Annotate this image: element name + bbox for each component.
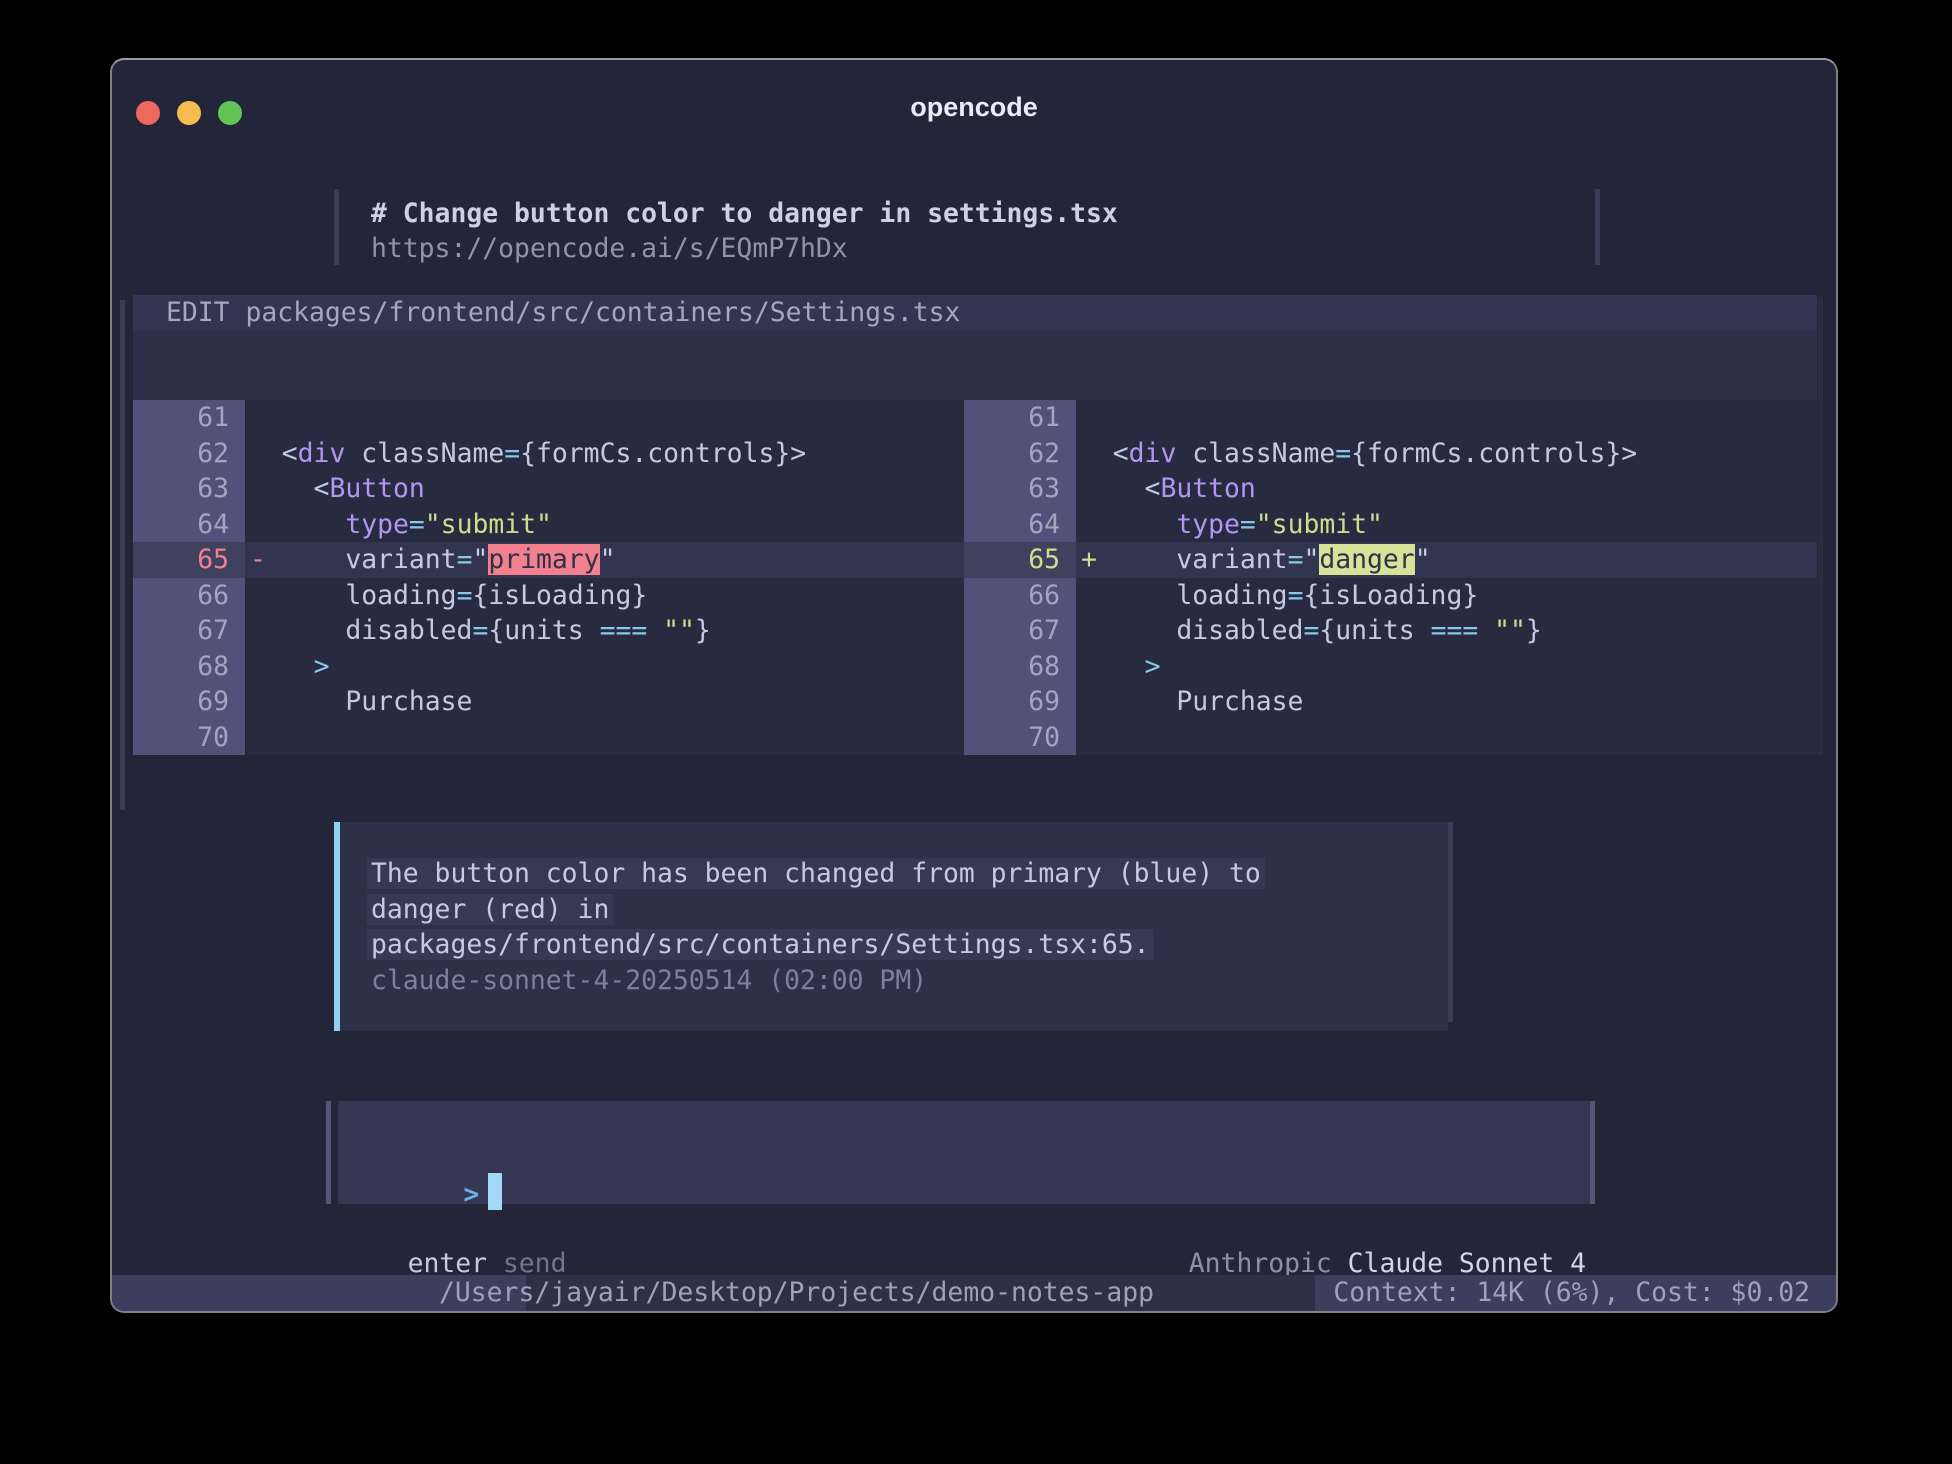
code-line <box>1076 720 1817 756</box>
chat-input[interactable]: > <box>338 1101 1590 1204</box>
line-number: 61 <box>964 400 1076 436</box>
code-line: > <box>1076 649 1817 685</box>
line-number: 63 <box>133 471 245 507</box>
code-line: loading={isLoading} <box>1076 578 1817 614</box>
diff-row-right-63: 63 <Button <box>964 471 1817 507</box>
provider-name: Anthropic <box>1189 1248 1348 1279</box>
diff-row-right-68: 68 > <box>964 649 1817 685</box>
model-name: Claude Sonnet 4 <box>1348 1248 1586 1279</box>
user-prompt-heading: # Change button color to danger in setti… <box>371 196 1118 232</box>
addition-marker: + <box>1081 544 1097 575</box>
assistant-message-line: The button color has been changed from p… <box>371 856 1448 892</box>
input-left-border <box>326 1101 331 1204</box>
diff-row-left-69: 69 Purchase <box>133 684 964 720</box>
diff-row-left-70: 70 <box>133 720 964 756</box>
opencode-terminal-window: opencode # Change button color to danger… <box>110 58 1838 1313</box>
line-number: 62 <box>133 436 245 472</box>
input-prompt-line: > <box>368 1134 502 1173</box>
line-number: 64 <box>964 507 1076 543</box>
diff-row-left-64: 64 type="submit" <box>133 507 964 543</box>
line-number: 69 <box>964 684 1076 720</box>
code-line: Purchase <box>1076 684 1817 720</box>
diff-row-left-61: 61 <box>133 400 964 436</box>
context-cost-segment: Context: 14K (6%), Cost: $0.02 <box>1315 1275 1836 1311</box>
deletion-marker: - <box>250 544 266 575</box>
code-line: Purchase <box>245 684 964 720</box>
line-number: 63 <box>964 471 1076 507</box>
code-line: <div className={formCs.controls}> <box>1076 436 1817 472</box>
user-prompt-right-border <box>1595 189 1600 265</box>
diff-row-right-64: 64 type="submit" <box>964 507 1817 543</box>
text-cursor <box>488 1173 502 1210</box>
diff-row-right-61: 61 <box>964 400 1817 436</box>
line-number: 70 <box>964 720 1076 756</box>
code-line: loading={isLoading} <box>245 578 964 614</box>
line-number: 64 <box>133 507 245 543</box>
conversation-scrollbar[interactable] <box>120 300 125 810</box>
code-line: - variant="primary" <box>245 542 964 578</box>
status-bar: opencode v0.1.156 /Users/jayair/Desktop/… <box>112 1275 1836 1311</box>
diff-row-left-67: 67 disabled={units === ""} <box>133 613 964 649</box>
diff-row-right-67: 67 disabled={units === ""} <box>964 613 1817 649</box>
line-number: 70 <box>133 720 245 756</box>
edit-file-path: EDIT packages/frontend/src/containers/Se… <box>166 297 960 328</box>
line-number: 68 <box>964 649 1076 685</box>
diff-row-left-65: 65- variant="primary" <box>133 542 964 578</box>
diff-pane-before: 6162 <div className={formCs.controls}>63… <box>133 400 964 755</box>
edit-diff-panel: EDIT packages/frontend/src/containers/Se… <box>133 295 1817 755</box>
diff-row-left-68: 68 > <box>133 649 964 685</box>
window-title: opencode <box>112 90 1836 126</box>
code-line: type="submit" <box>245 507 964 543</box>
code-line <box>245 400 964 436</box>
diff-view: 6162 <div className={formCs.controls}>63… <box>133 400 1817 755</box>
diff-row-right-69: 69 Purchase <box>964 684 1817 720</box>
assistant-message-meta: claude-sonnet-4-20250514 (02:00 PM) <box>371 963 1448 999</box>
diff-row-right-70: 70 <box>964 720 1817 756</box>
assistant-message-line: packages/frontend/src/containers/Setting… <box>371 927 1448 963</box>
code-line: + variant="danger" <box>1076 542 1817 578</box>
line-number: 61 <box>133 400 245 436</box>
code-line <box>245 720 964 756</box>
diff-row-right-66: 66 loading={isLoading} <box>964 578 1817 614</box>
input-right-border <box>1590 1101 1595 1204</box>
edit-panel-scrollbar[interactable] <box>1818 297 1823 755</box>
share-url-link[interactable]: https://opencode.ai/s/EQmP7hDx <box>371 231 848 267</box>
diff-row-left-62: 62 <div className={formCs.controls}> <box>133 436 964 472</box>
edit-file-header: EDIT packages/frontend/src/containers/Se… <box>133 295 1817 331</box>
code-line: <Button <box>245 471 964 507</box>
assistant-message-block: The button color has been changed from p… <box>340 822 1448 1031</box>
diff-row-right-65: 65+ variant="danger" <box>964 542 1817 578</box>
line-number: 65 <box>964 542 1076 578</box>
line-number: 65 <box>133 542 245 578</box>
desktop: { "window": { "title": "opencode" }, "pr… <box>0 0 1952 1464</box>
code-line <box>1076 400 1817 436</box>
diff-row-left-63: 63 <Button <box>133 471 964 507</box>
assistant-message-right-border <box>1448 822 1453 1022</box>
diff-pane-after: 6162 <div className={formCs.controls}>63… <box>964 400 1817 755</box>
diff-row-right-62: 62 <div className={formCs.controls}> <box>964 436 1817 472</box>
line-number: 66 <box>133 578 245 614</box>
code-line: <Button <box>1076 471 1817 507</box>
code-line: <div className={formCs.controls}> <box>245 436 964 472</box>
assistant-message-line: danger (red) in <box>371 892 1448 928</box>
window-titlebar: opencode <box>112 60 1836 130</box>
diff-row-left-66: 66 loading={isLoading} <box>133 578 964 614</box>
code-line: disabled={units === ""} <box>1076 613 1817 649</box>
line-number: 66 <box>964 578 1076 614</box>
line-number: 68 <box>133 649 245 685</box>
user-prompt-left-border <box>334 189 339 265</box>
code-line: type="submit" <box>1076 507 1817 543</box>
working-directory-path: /Users/jayair/Desktop/Projects/demo-note… <box>439 1275 1154 1311</box>
prompt-chevron-icon: > <box>463 1179 479 1210</box>
line-number: 69 <box>133 684 245 720</box>
code-line: disabled={units === ""} <box>245 613 964 649</box>
line-number: 67 <box>133 613 245 649</box>
code-line: > <box>245 649 964 685</box>
line-number: 67 <box>964 613 1076 649</box>
line-number: 62 <box>964 436 1076 472</box>
